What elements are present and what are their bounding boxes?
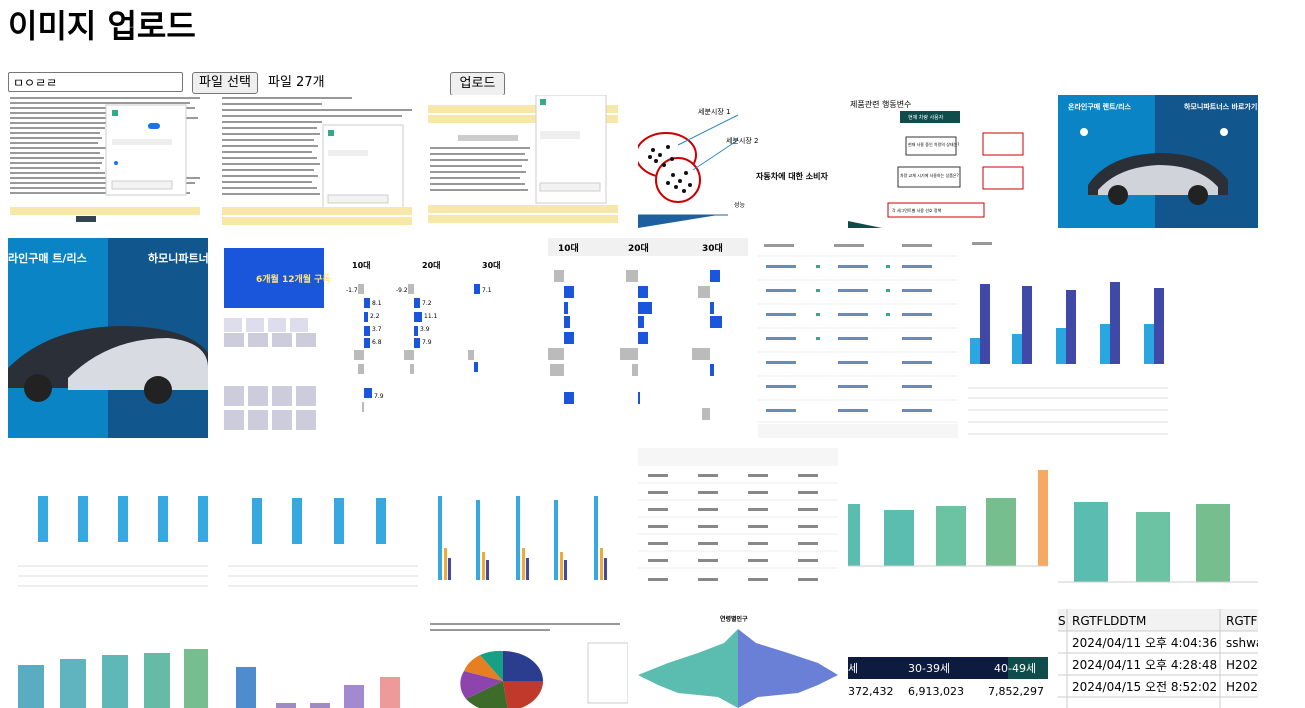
- text-input[interactable]: [8, 72, 183, 92]
- thumbnail-document-settings-2: [218, 95, 418, 228]
- age-col-1: 세: [848, 662, 858, 675]
- thumbnail-population-pyramid: 연령별인구: [638, 603, 838, 708]
- thumbnail-bar-chart-table-2: [218, 448, 418, 593]
- banner-left-text: 라인구매 트/리스: [8, 251, 87, 265]
- thumbnail-flowchart: 제품관련 행동변수 현재 차량 사용자 현재 사용 중인 차량의 상태는? 차량…: [848, 95, 1048, 228]
- col-header-1: 10대: [558, 242, 579, 254]
- dt-col-2: RGTFLDDTM: [1072, 614, 1146, 628]
- svg-text:6.8: 6.8: [372, 339, 382, 346]
- thumbnail-number-table: [758, 238, 958, 438]
- dt-col-3: RGTF: [1226, 614, 1258, 628]
- thumbnail-segment-diagram: 세분시장 1 세분시장 2 자동차에 대한 소비자 성능: [638, 95, 838, 228]
- svg-text:11.1: 11.1: [424, 313, 438, 320]
- thumbnail-bar-chart-multi: [428, 448, 628, 593]
- segment-2-label: 세분시장 2: [726, 136, 758, 145]
- flowchart-title: 제품관련 행동변수: [850, 99, 911, 109]
- thumbnail-bar-chart-table-1: [8, 448, 208, 593]
- svg-text:7.2: 7.2: [422, 300, 432, 307]
- svg-text:-1.7: -1.7: [346, 287, 358, 294]
- file-select-button[interactable]: 파일 선택: [192, 72, 258, 94]
- age-cell-3: 7,852,297: [988, 685, 1044, 698]
- axis-label: 성능: [734, 201, 746, 209]
- dt-cell-2b: H202: [1226, 658, 1258, 672]
- thumbnail-bar-chart-mixed: [218, 603, 418, 708]
- age-cell-2: 6,913,023: [908, 685, 964, 698]
- thumbnail-bar-diverging: 10대 20대 30대 -1.7 8.1 2.2 3.7 6.8 7.2 11.1 3.9 7…: [338, 238, 538, 438]
- col-header-3: 30대: [482, 260, 501, 270]
- thumbnail-document-settings: [8, 95, 208, 228]
- svg-text:2.2: 2.2: [370, 313, 380, 320]
- banner-right-text: 하모니파트너스 바로가기: [1184, 102, 1257, 111]
- dt-cell-3: 2024/04/15 오전 8:52:02: [1072, 680, 1217, 694]
- svg-text:3.7: 3.7: [372, 326, 382, 333]
- segment-caption: 자동차에 대한 소비자: [756, 171, 828, 181]
- col-header-2: 20대: [422, 260, 441, 270]
- thumbnail-bar-chart-color: [848, 448, 1048, 593]
- page-title: 이미지 업로드: [8, 7, 196, 45]
- segment-1-label: 세분시장 1: [698, 107, 730, 116]
- col-header-3: 30대: [702, 242, 723, 254]
- flow-box-3: 차량 교체 시기에 사용하는 상품은?: [900, 172, 959, 178]
- thumbnail-age-table: 세 30-39세 40-49세 372,432 6,913,023 7,852,…: [848, 603, 1048, 708]
- thumbnail-bar-diverging-large: 10대 20대 30대: [548, 238, 748, 438]
- thumbnail-bar-chart-paired: [968, 238, 1168, 438]
- flow-box-2: 현재 사용 중인 차량의 상태는?: [908, 141, 959, 147]
- age-col-3: 40-49세: [994, 662, 1036, 675]
- thumbnail-bar-chart-teal: [8, 603, 208, 708]
- thumbnail-car-banner: 온라인구매 렌트/리스 하모니파트너스 바로가기: [1058, 95, 1258, 228]
- svg-text:8.1: 8.1: [372, 300, 382, 307]
- file-count-label: 파일 27개: [268, 75, 325, 90]
- pyramid-title: 연령별인구: [720, 615, 748, 623]
- thumbnail-document-table: [428, 95, 628, 228]
- banner-right-text: 하모니파트너 바로가: [148, 251, 208, 265]
- upload-button[interactable]: 업로드: [450, 72, 505, 96]
- dt-cell-1b: sshwa: [1226, 636, 1258, 650]
- col-header-2: 20대: [628, 242, 649, 254]
- col-header-1: 10대: [352, 260, 371, 270]
- age-col-2: 30-39세: [908, 662, 950, 675]
- banner-left-text: 온라인구매 렌트/리스: [1068, 102, 1132, 111]
- svg-text:7.1: 7.1: [482, 287, 492, 294]
- thumbnail-pie-chart: [428, 603, 628, 708]
- age-cell-1: 372,432: [848, 685, 894, 698]
- thumbnail-number-table-2: [638, 448, 838, 593]
- flow-box-5: 각 세그먼트별 사용 선호 정책: [892, 207, 942, 213]
- svg-text:-9.2: -9.2: [396, 287, 408, 294]
- dt-cell-1: 2024/04/11 오후 4:04:36: [1072, 636, 1217, 650]
- thumbnail-datetime-table: S RGTFLDDTM RGTF 2024/04/11 오후 4:04:36 s…: [1058, 603, 1258, 708]
- banner-text: 6개월 12개월 구독: [256, 273, 331, 285]
- thumbnail-car-banner-large: 라인구매 트/리스 하모니파트너 바로가: [8, 238, 208, 438]
- dt-cell-2: 2024/04/11 오후 4:28:48: [1072, 658, 1217, 672]
- flow-box-1: 현재 차량 사용자: [908, 114, 944, 121]
- svg-text:7.9: 7.9: [374, 393, 384, 400]
- dt-col-1: S: [1058, 614, 1066, 628]
- svg-text:3.9: 3.9: [420, 326, 430, 333]
- thumbnail-bar-chart-green: [1058, 448, 1258, 593]
- svg-text:7.9: 7.9: [422, 339, 432, 346]
- dt-cell-3b: H202: [1226, 680, 1258, 694]
